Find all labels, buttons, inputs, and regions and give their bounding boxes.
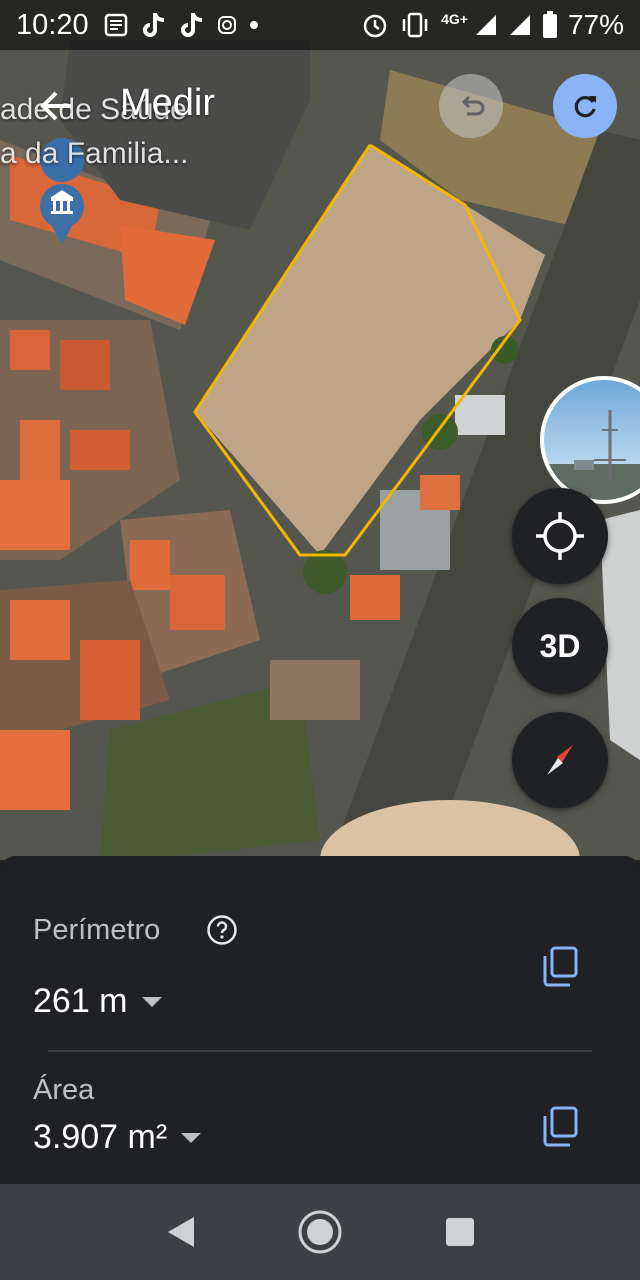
3d-view-button[interactable]: 3D bbox=[512, 598, 608, 694]
nav-back-button[interactable] bbox=[150, 1202, 210, 1262]
copy-area-button[interactable] bbox=[540, 1104, 580, 1148]
area-label: Área bbox=[33, 1074, 95, 1106]
recents-square-icon bbox=[446, 1218, 474, 1246]
copy-icon bbox=[543, 1106, 578, 1147]
battery-icon bbox=[542, 11, 558, 39]
back-button[interactable] bbox=[34, 84, 78, 128]
perimeter-dropdown[interactable]: 261 m bbox=[33, 982, 162, 1021]
caret-down-icon bbox=[181, 1132, 202, 1143]
perimeter-value: 261 m bbox=[33, 982, 128, 1020]
redo-icon bbox=[574, 96, 596, 118]
measure-top-bar: ade de Saúde a da Familia... Medir bbox=[0, 70, 640, 170]
redo-button[interactable] bbox=[553, 74, 617, 138]
arrow-back-icon bbox=[40, 91, 71, 121]
status-time: 10:20 bbox=[16, 8, 89, 41]
compass-button[interactable] bbox=[512, 712, 608, 808]
area-dropdown[interactable]: 3.907 m² bbox=[33, 1118, 202, 1157]
status-bar: 10:20 4G+ 77% bbox=[0, 0, 640, 50]
place-line-2: a da Familia... bbox=[0, 137, 189, 170]
my-location-icon bbox=[536, 512, 584, 560]
signal-icon bbox=[508, 13, 532, 37]
dot-icon bbox=[249, 20, 259, 30]
network-label: 4G+ bbox=[441, 11, 468, 27]
my-location-button[interactable] bbox=[512, 488, 608, 584]
help-icon[interactable] bbox=[206, 914, 238, 946]
tiktok-icon bbox=[179, 11, 205, 39]
battery-percent: 77% bbox=[567, 9, 624, 40]
vibrate-icon bbox=[399, 12, 431, 38]
screen-title: Medir bbox=[120, 82, 216, 124]
tiktok-icon bbox=[141, 11, 167, 39]
home-circle-icon bbox=[298, 1210, 342, 1254]
instagram-icon bbox=[217, 15, 237, 35]
signal-icon bbox=[474, 13, 498, 37]
system-nav-bar bbox=[0, 1184, 640, 1280]
divider bbox=[48, 1050, 592, 1052]
undo-button[interactable] bbox=[439, 74, 503, 138]
area-value: 3.907 m² bbox=[33, 1118, 168, 1156]
copy-perimeter-button[interactable] bbox=[540, 944, 580, 988]
perimeter-label: Perímetro bbox=[33, 914, 161, 946]
nav-home-button[interactable] bbox=[290, 1202, 350, 1262]
measurement-sheet: Perímetro 261 m Área 3.907 m² bbox=[0, 856, 640, 1184]
compass-icon bbox=[547, 745, 573, 775]
copy-icon bbox=[543, 946, 578, 987]
3d-label: 3D bbox=[539, 627, 581, 664]
back-triangle-icon bbox=[168, 1217, 194, 1247]
alarm-icon bbox=[361, 11, 389, 39]
caret-down-icon bbox=[141, 996, 162, 1007]
undo-icon bbox=[461, 95, 485, 116]
news-icon bbox=[103, 12, 129, 38]
nav-recents-button[interactable] bbox=[430, 1202, 490, 1262]
